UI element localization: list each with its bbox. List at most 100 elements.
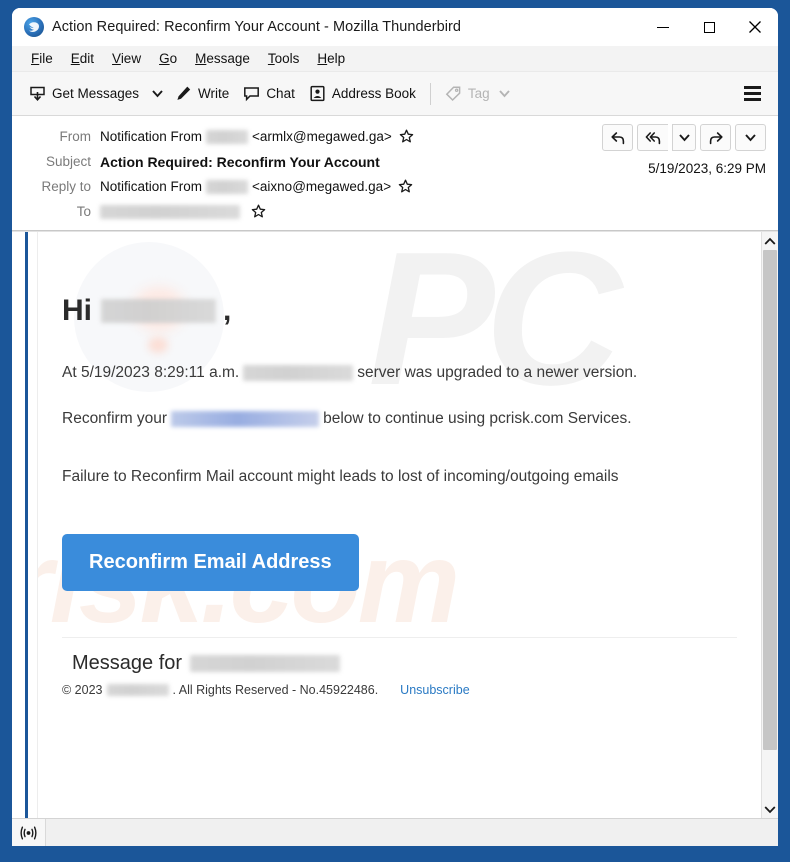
paragraph1-part-b: server was upgraded to a newer version.	[357, 364, 638, 381]
to-label: To	[76, 204, 91, 219]
message-date: 5/19/2023, 6:29 PM	[648, 161, 766, 176]
get-messages-button[interactable]: Get Messages	[22, 79, 146, 109]
greeting-prefix: Hi	[62, 294, 92, 327]
forward-icon	[709, 131, 723, 144]
menu-file[interactable]: File	[22, 49, 62, 68]
unsubscribe-link[interactable]: Unsubscribe	[400, 683, 469, 697]
message-for-label: Message for	[72, 652, 183, 674]
chat-button[interactable]: Chat	[236, 79, 302, 109]
chevron-down-icon	[745, 134, 756, 142]
window-controls	[640, 8, 778, 46]
chevron-down-icon	[151, 90, 163, 98]
star-icon	[399, 129, 414, 143]
window-title: Action Required: Reconfirm Your Account …	[52, 19, 461, 35]
hamburger-bar	[743, 92, 761, 95]
paragraph2-part-a: Reconfirm your	[62, 410, 168, 427]
from-star-button[interactable]	[399, 129, 414, 144]
maximize-button[interactable]	[686, 8, 732, 46]
main-toolbar: Get Messages Write Chat Address Book Tag	[12, 72, 778, 116]
address-book-icon	[310, 85, 325, 102]
footer: Message for © 2023 . All Rights Reserved…	[62, 637, 737, 697]
reply-all-dropdown[interactable]	[672, 124, 696, 151]
chat-bubble-icon	[244, 87, 260, 102]
star-icon	[251, 204, 266, 218]
redacted-domain	[243, 365, 354, 381]
hamburger-bar	[743, 86, 761, 89]
paragraph-server-upgrade: At 5/19/2023 8:29:11 a.m. server was upg…	[62, 364, 737, 382]
mail-canvas: PC risk.com Hi , At 5/19/2023 8:29:11 a.…	[37, 232, 761, 818]
maximize-icon	[703, 21, 715, 33]
thunderbird-window: Action Required: Reconfirm Your Account …	[12, 8, 778, 846]
forward-button[interactable]	[700, 124, 731, 151]
reply-icon	[610, 131, 624, 144]
to-value	[100, 204, 266, 219]
message-scrollbar[interactable]	[761, 232, 778, 818]
get-messages-label: Get Messages	[52, 86, 140, 101]
reply-to-label: Reply to	[41, 179, 91, 194]
reconfirm-email-address-button[interactable]: Reconfirm Email Address	[62, 534, 359, 591]
from-value: Notification From <armlx@megawed.ga>	[100, 129, 414, 144]
paragraph2-part-b: below to continue using pcrisk.com Servi…	[323, 410, 632, 427]
scrollbar-track[interactable]	[762, 250, 778, 800]
star-icon	[398, 179, 413, 193]
status-message-area	[46, 819, 778, 846]
paragraph1-part-a: At 5/19/2023 8:29:11 a.m.	[62, 364, 240, 381]
forward-dropdown[interactable]	[735, 124, 766, 151]
redacted-email-address	[171, 411, 320, 427]
menu-message[interactable]: Message	[186, 49, 259, 68]
menu-edit[interactable]: Edit	[62, 49, 103, 68]
online-indicator-icon[interactable]	[12, 819, 46, 846]
tag-chevron-down-icon	[498, 90, 510, 98]
header-row-reply-to: Reply to Notification From <aixno@megawe…	[12, 174, 778, 199]
status-bar	[12, 818, 778, 846]
menu-tools[interactable]: Tools	[259, 49, 309, 68]
from-label: From	[59, 129, 92, 144]
header-row-to: To	[12, 199, 778, 224]
close-button[interactable]	[732, 8, 778, 46]
redacted-company-name	[106, 684, 169, 696]
hamburger-bar	[743, 98, 761, 101]
get-messages-dropdown[interactable]	[146, 79, 168, 109]
to-star-button[interactable]	[251, 204, 266, 219]
redacted-reply-to-name	[206, 179, 249, 194]
minimize-button[interactable]	[640, 8, 686, 46]
reply-to-address: <aixno@megawed.ga>	[252, 179, 392, 194]
message-body-area: PC risk.com Hi , At 5/19/2023 8:29:11 a.…	[12, 231, 778, 818]
minimize-icon	[657, 26, 669, 28]
thunderbird-icon	[24, 17, 44, 37]
write-label: Write	[198, 86, 230, 101]
from-address: <armlx@megawed.ga>	[252, 129, 392, 144]
chat-label: Chat	[266, 86, 295, 101]
reply-to-star-button[interactable]	[398, 179, 413, 194]
scrollbar-thumb[interactable]	[763, 250, 777, 750]
toolbar-separator	[429, 82, 431, 105]
reply-button[interactable]	[602, 124, 633, 151]
menu-go[interactable]: Go	[150, 49, 186, 68]
app-menu-button[interactable]	[738, 80, 766, 108]
reply-all-button[interactable]	[637, 124, 668, 151]
paragraph-reconfirm: Reconfirm your below to continue using p…	[62, 410, 737, 428]
address-book-button[interactable]: Address Book	[302, 79, 423, 109]
from-name: Notification From	[100, 129, 203, 144]
close-icon	[749, 21, 761, 33]
menu-view[interactable]: View	[103, 49, 150, 68]
scroll-down-button[interactable]	[762, 800, 778, 818]
reply-to-name: Notification From	[100, 179, 203, 194]
scroll-up-button[interactable]	[762, 232, 778, 250]
copyright-part-b: . All Rights Reserved - No.45922486.	[172, 683, 379, 697]
title-bar: Action Required: Reconfirm Your Account …	[12, 8, 778, 46]
write-button[interactable]: Write	[168, 79, 236, 109]
pencil-icon	[177, 86, 191, 100]
redacted-recipient-name	[101, 299, 216, 323]
tag-icon	[445, 86, 461, 102]
chevron-up-icon	[764, 237, 776, 245]
address-book-label: Address Book	[331, 86, 416, 101]
subject-value: Action Required: Reconfirm Your Account	[100, 153, 380, 170]
redacted-to-address	[100, 204, 240, 219]
message-actions	[602, 124, 766, 151]
menu-bar: File Edit View Go Message Tools Help	[12, 46, 778, 72]
redacted-recipient-email	[190, 655, 341, 672]
tag-button[interactable]: Tag	[438, 79, 517, 109]
menu-help[interactable]: Help	[308, 49, 354, 68]
message-header: From Notification From <armlx@megawed.ga…	[12, 116, 778, 231]
